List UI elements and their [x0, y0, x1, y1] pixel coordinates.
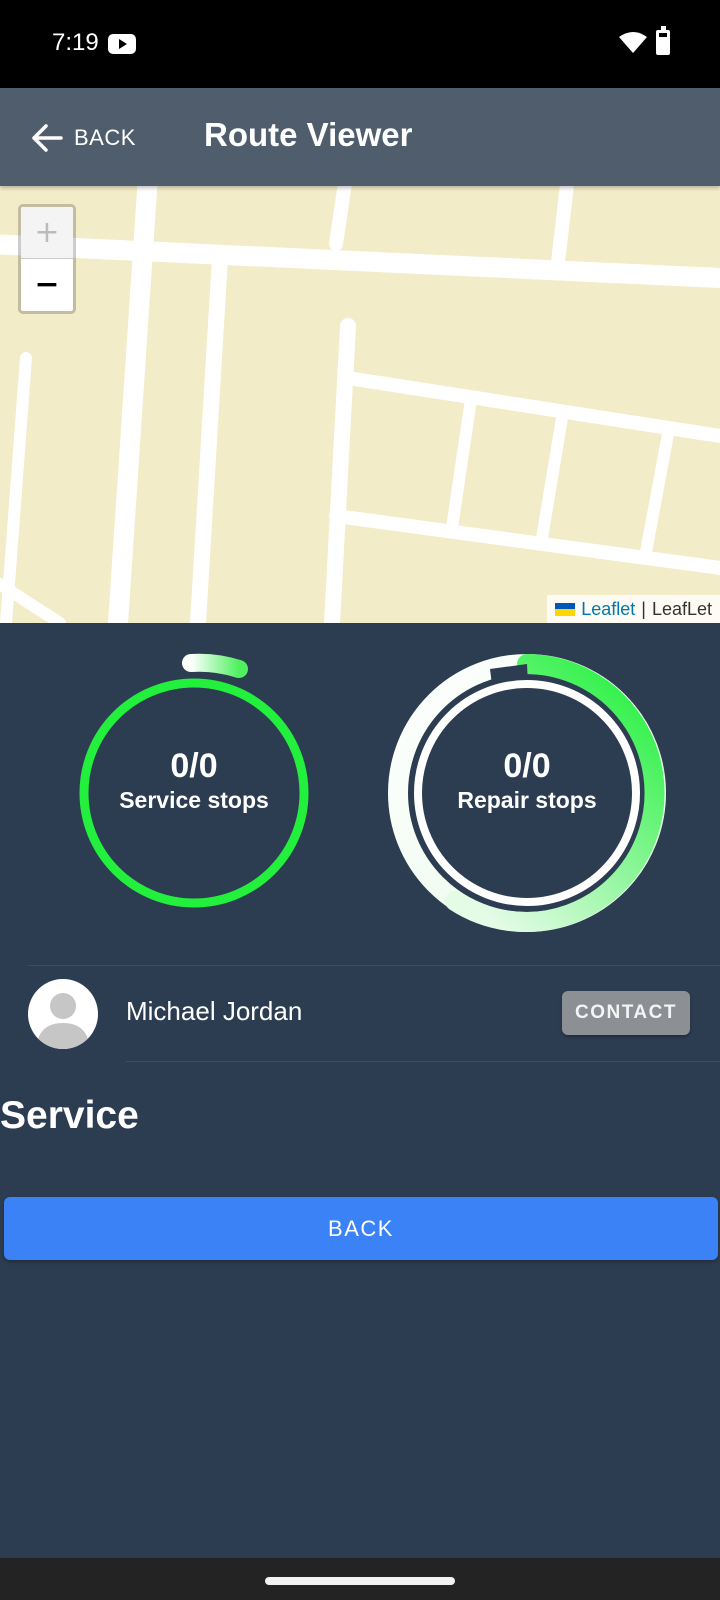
map-roads — [0, 186, 720, 623]
repair-stops-label: Repair stops — [457, 787, 597, 813]
page-title: Route Viewer — [204, 116, 413, 153]
divider — [28, 965, 720, 966]
status-time: 7:19 — [52, 29, 99, 56]
driver-avatar — [28, 979, 98, 1049]
map-attribution: Leaflet | LeafLet — [547, 595, 720, 623]
attribution-link[interactable]: Leaflet — [581, 599, 635, 620]
service-stops-summary: 0/0 Service stops — [94, 746, 294, 814]
person-icon — [36, 993, 90, 1049]
youtube-icon — [108, 34, 136, 54]
attribution-separator: | — [641, 598, 646, 619]
zoom-out-button[interactable]: − — [21, 259, 73, 311]
wifi-icon — [619, 32, 647, 53]
route-map[interactable]: + − Leaflet | LeafLet — [0, 186, 720, 623]
battery-icon — [656, 26, 670, 55]
service-indicator-arc — [182, 653, 248, 678]
stops-stats: 0/0 Service stops 0/0 Repair stops — [0, 623, 720, 953]
divider — [126, 1061, 720, 1062]
section-title: Service — [0, 1094, 139, 1137]
status-bar: 7:19 — [0, 0, 720, 88]
toolbar-back-button[interactable]: BACK — [30, 118, 136, 158]
repair-stops-summary: 0/0 Repair stops — [427, 746, 627, 814]
driver-name: Michael Jordan — [126, 996, 303, 1026]
attribution-text: LeafLet — [651, 598, 712, 619]
screen: 7:19 BACK Route Viewer + − Leaflet | Lea… — [0, 0, 720, 1600]
repair-stops-count: 0/0 — [503, 747, 551, 785]
home-gesture-handle[interactable] — [265, 1577, 455, 1585]
back-button[interactable]: BACK — [4, 1197, 718, 1260]
back-link-label: BACK — [74, 125, 136, 150]
navigation-bar — [0, 1558, 720, 1600]
zoom-control: + − — [18, 204, 76, 314]
service-stops-count: 0/0 — [170, 747, 218, 785]
contact-button[interactable]: CONTACT — [562, 991, 690, 1035]
arrow-left-icon — [32, 124, 63, 152]
zoom-in-button[interactable]: + — [21, 207, 73, 259]
toolbar: BACK Route Viewer — [0, 88, 720, 186]
ukraine-flag-icon — [555, 602, 576, 616]
service-stops-label: Service stops — [119, 787, 269, 813]
